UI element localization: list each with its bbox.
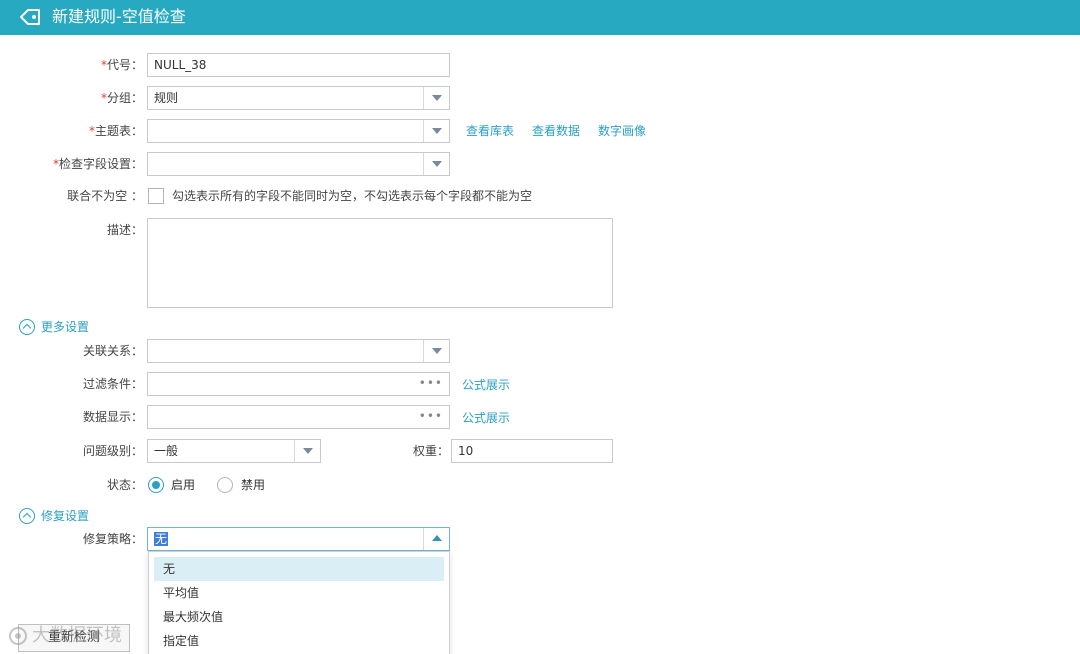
level-label: 问题级别： (82, 444, 143, 458)
status-disabled-radio[interactable] (217, 477, 233, 493)
page-title: 新建规则-空值检查 (52, 7, 186, 26)
digital-portrait-link[interactable]: 数字画像 (598, 119, 646, 143)
group-label: *分组： (100, 91, 143, 105)
dropdown-option[interactable]: 最大频次值 (154, 605, 444, 629)
view-data-link[interactable]: 查看数据 (532, 119, 580, 143)
filter-label: 过滤条件： (82, 377, 143, 391)
recheck-button[interactable]: 重新检测 (18, 624, 130, 652)
more-icon[interactable]: ••• (419, 406, 443, 426)
collapse-icon[interactable] (19, 319, 35, 335)
joint-not-null-label: 联合不为空 ： (67, 189, 143, 203)
status-label: 状态： (106, 478, 143, 492)
weight-label: 权重： (412, 444, 449, 458)
more-icon[interactable]: ••• (419, 373, 443, 393)
title-bar: 新建规则-空值检查 (0, 0, 1080, 35)
repair-strategy-dropdown: 无 平均值 最大频次值 指定值 (148, 551, 450, 654)
data-display-input[interactable]: ••• (147, 405, 450, 429)
description-textarea[interactable] (147, 218, 613, 308)
filter-formula-link[interactable]: 公式展示 (462, 373, 510, 397)
dropdown-option[interactable]: 平均值 (154, 581, 444, 605)
repair-strategy-label: 修复策略： (82, 532, 143, 546)
chevron-down-icon[interactable] (423, 340, 449, 362)
joint-not-null-checkbox[interactable] (148, 188, 164, 204)
chevron-up-icon[interactable] (423, 528, 449, 550)
theme-table-label: *主题表： (88, 124, 143, 138)
chevron-down-icon[interactable] (423, 153, 449, 175)
group-select[interactable]: 规则 (147, 86, 450, 110)
code-input[interactable]: NULL_38 (147, 53, 450, 77)
data-display-label: 数据显示： (82, 410, 143, 424)
relation-select[interactable] (147, 339, 450, 363)
data-display-formula-link[interactable]: 公式展示 (462, 406, 510, 430)
joint-not-null-hint: 勾选表示所有的字段不能同时为空，不勾选表示每个字段都不能为空 (172, 189, 533, 203)
theme-table-select[interactable] (147, 119, 450, 143)
filter-input[interactable]: ••• (147, 372, 450, 396)
check-field-select[interactable] (147, 152, 450, 176)
status-disabled-label[interactable]: 禁用 (241, 473, 265, 497)
repair-settings-toggle[interactable]: 修复设置 (19, 508, 139, 526)
level-select[interactable]: 一般 (147, 439, 321, 463)
dropdown-option[interactable]: 无 (154, 557, 444, 581)
collapse-icon[interactable] (19, 508, 35, 524)
status-enabled-label[interactable]: 启用 (171, 473, 195, 497)
tag-icon (20, 9, 40, 25)
repair-strategy-select[interactable]: 无 (147, 527, 450, 551)
view-tables-link[interactable]: 查看库表 (466, 119, 514, 143)
status-enabled-radio[interactable] (148, 477, 164, 493)
dropdown-option[interactable]: 指定值 (154, 629, 444, 653)
more-settings-toggle[interactable]: 更多设置 (19, 319, 139, 337)
weight-input[interactable]: 10 (451, 439, 613, 463)
description-label: 描述： (106, 223, 143, 237)
chevron-down-icon[interactable] (423, 120, 449, 142)
code-label: *代号： (100, 58, 143, 72)
check-field-label: *检查字段设置： (52, 157, 143, 171)
relation-label: 关联关系： (82, 344, 143, 358)
chevron-down-icon[interactable] (423, 87, 449, 109)
